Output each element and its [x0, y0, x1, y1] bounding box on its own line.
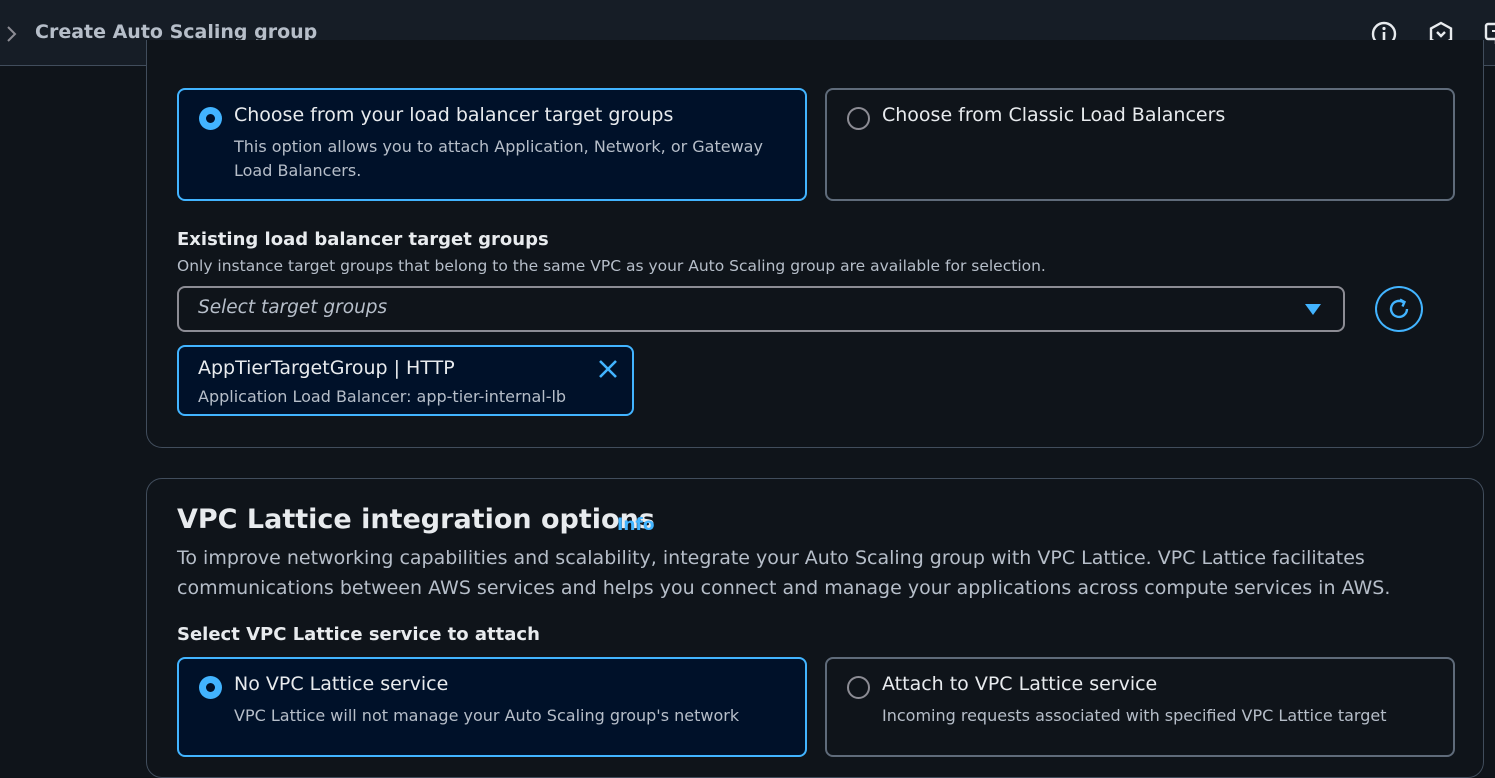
tile-no-vpc-lattice[interactable]: No VPC Lattice service VPC Lattice will …: [177, 657, 807, 757]
refresh-icon: [1389, 298, 1409, 319]
target-groups-select[interactable]: Select target groups: [177, 286, 1345, 332]
target-groups-label: Existing load balancer target groups: [177, 229, 549, 250]
section-heading: VPC Lattice integration options: [177, 504, 655, 535]
tile-title: Choose from your load balancer target gr…: [234, 104, 674, 126]
tile-target-groups[interactable]: Choose from your load balancer target gr…: [177, 88, 807, 201]
token-title: AppTierTargetGroup | HTTP: [198, 357, 455, 379]
radio-selected-icon[interactable]: [199, 676, 222, 699]
radio-selected-icon[interactable]: [199, 107, 222, 130]
section-description: To improve networking capabilities and s…: [177, 547, 1391, 599]
chevron-right-icon[interactable]: [4, 24, 18, 44]
radio-unselected-icon[interactable]: [847, 107, 870, 130]
monitor-icon[interactable]: [1484, 21, 1495, 47]
token-detail: Application Load Balancer: app-tier-inte…: [198, 387, 567, 406]
tile-classic-load-balancers[interactable]: Choose from Classic Load Balancers: [825, 88, 1455, 201]
selected-target-group-token: AppTierTargetGroup | HTTP Application Lo…: [177, 345, 634, 416]
caret-down-icon: [1305, 304, 1321, 315]
tile-description: Incoming requests associated with specif…: [882, 706, 1387, 725]
close-icon[interactable]: [597, 358, 619, 380]
tile-description: VPC Lattice will not manage your Auto Sc…: [234, 706, 740, 725]
target-groups-description: Only instance target groups that belong …: [177, 257, 1046, 275]
tile-title: Choose from Classic Load Balancers: [882, 104, 1226, 126]
select-placeholder: Select target groups: [198, 297, 388, 318]
refresh-button[interactable]: [1375, 286, 1423, 332]
radio-unselected-icon[interactable]: [847, 676, 870, 699]
tile-title: No VPC Lattice service: [234, 673, 449, 695]
info-link[interactable]: Info: [617, 515, 655, 535]
tile-description: This option allows you to attach Applica…: [234, 137, 763, 180]
tile-title: Attach to VPC Lattice service: [882, 673, 1158, 695]
tile-attach-vpc-lattice[interactable]: Attach to VPC Lattice service Incoming r…: [825, 657, 1455, 757]
lattice-select-label: Select VPC Lattice service to attach: [177, 624, 540, 645]
